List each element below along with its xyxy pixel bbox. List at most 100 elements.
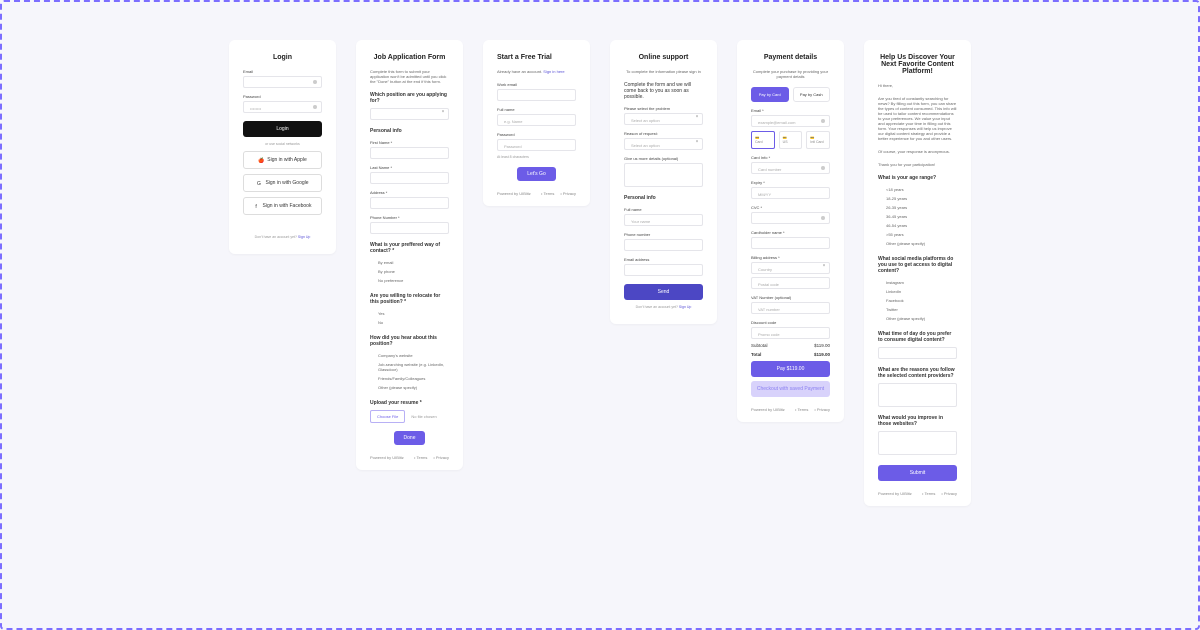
phone-input[interactable] bbox=[370, 222, 449, 234]
relocate-yes[interactable]: Yes bbox=[370, 309, 449, 318]
vat-input[interactable]: VAT number bbox=[751, 302, 830, 314]
facebook-button[interactable]: fSign in with Facebook bbox=[243, 197, 322, 215]
pay-button[interactable]: Pay $119.00 bbox=[751, 361, 830, 377]
billing-label: Billing address * bbox=[751, 255, 830, 260]
done-button[interactable]: Done bbox=[394, 431, 426, 445]
opt-intl[interactable]: 💳Intl Card bbox=[806, 131, 830, 149]
card-job: Job Application Form Complete this form … bbox=[356, 40, 463, 470]
relocate-no[interactable]: No bbox=[370, 318, 449, 327]
reason-select[interactable]: Select an option bbox=[624, 138, 703, 150]
terms-link[interactable]: • Terms bbox=[541, 191, 554, 196]
s-3[interactable]: Facebook bbox=[878, 296, 957, 305]
terms-link[interactable]: • Terms bbox=[795, 407, 808, 412]
email-label: Email * bbox=[751, 108, 830, 113]
signin-link[interactable]: Sign in here bbox=[543, 69, 564, 74]
p2: Of course, your response is anonymous. bbox=[878, 149, 957, 154]
holder-input[interactable] bbox=[751, 237, 830, 249]
email-input[interactable] bbox=[243, 76, 322, 88]
opt-us[interactable]: 💳US bbox=[779, 131, 803, 149]
login-button[interactable]: Login bbox=[243, 121, 322, 137]
subtotal-row: Subtotal$119.00 bbox=[751, 343, 830, 348]
payment-title: Payment details bbox=[751, 54, 830, 61]
privacy-link[interactable]: • Privacy bbox=[941, 491, 957, 496]
saved-button[interactable]: Checkout with saved Payment bbox=[751, 381, 830, 397]
details-label: Give us more details (optional) bbox=[624, 156, 703, 161]
choose-file-button[interactable]: Choose File bbox=[370, 410, 405, 423]
email-input[interactable] bbox=[624, 264, 703, 276]
age-5[interactable]: 46-54 years bbox=[878, 221, 957, 230]
q-time: What time of day do you prefer to consum… bbox=[878, 331, 957, 343]
problem-select[interactable]: Select an option bbox=[624, 113, 703, 125]
phone-label: Phone number bbox=[624, 232, 703, 237]
contact-email[interactable]: By email bbox=[370, 258, 449, 267]
time-input[interactable] bbox=[878, 347, 957, 359]
pass-input[interactable]: Password bbox=[497, 139, 576, 151]
hear-2[interactable]: Job-searching website (e.g. LinkedIn, Gl… bbox=[370, 360, 449, 374]
privacy-link[interactable]: • Privacy bbox=[560, 191, 576, 196]
password-input[interactable]: •••••••• bbox=[243, 101, 322, 113]
full-input[interactable]: Your name bbox=[624, 214, 703, 226]
submit-button[interactable]: Submit bbox=[878, 465, 957, 481]
improve-input[interactable] bbox=[878, 431, 957, 455]
last-input[interactable] bbox=[370, 172, 449, 184]
terms-link[interactable]: • Terms bbox=[922, 491, 935, 496]
expiry-label: Expiry * bbox=[751, 180, 830, 185]
discount-input[interactable]: Promo code bbox=[751, 327, 830, 339]
first-label: First Name * bbox=[370, 140, 449, 145]
age-2[interactable]: 18-25 years bbox=[878, 194, 957, 203]
cvc-input[interactable] bbox=[751, 212, 830, 224]
address-input[interactable] bbox=[370, 197, 449, 209]
first-input[interactable] bbox=[370, 147, 449, 159]
details-input[interactable] bbox=[624, 163, 703, 187]
s-1[interactable]: Instagram bbox=[878, 278, 957, 287]
contact-none[interactable]: No preference bbox=[370, 276, 449, 285]
age-4[interactable]: 36-45 years bbox=[878, 212, 957, 221]
tab-cash[interactable]: Pay by Cash bbox=[793, 87, 831, 102]
email-label: Email bbox=[243, 69, 322, 74]
age-3[interactable]: 26-35 years bbox=[878, 203, 957, 212]
opt-card[interactable]: 💳Card bbox=[751, 131, 775, 149]
signup-link[interactable]: Sign Up bbox=[298, 235, 310, 239]
privacy-link[interactable]: • Privacy bbox=[814, 407, 830, 412]
s-5[interactable]: Other (please specify) bbox=[878, 314, 957, 323]
work-label: Work email bbox=[497, 82, 576, 87]
work-input[interactable] bbox=[497, 89, 576, 101]
tab-card[interactable]: Pay by Card bbox=[751, 87, 789, 102]
trial-sub: Already have an account. Sign in here bbox=[497, 69, 576, 74]
zip-input[interactable]: Postal code bbox=[751, 277, 830, 289]
greet: Hi there, bbox=[878, 83, 957, 88]
age-7[interactable]: Other (please specify) bbox=[878, 239, 957, 248]
job-title: Job Application Form bbox=[370, 54, 449, 61]
hear-4[interactable]: Other (please specify) bbox=[370, 383, 449, 392]
privacy-link[interactable]: • Privacy bbox=[433, 455, 449, 460]
reason-input[interactable] bbox=[878, 383, 957, 407]
personal-head: Personal info bbox=[370, 128, 449, 134]
send-button[interactable]: Send bbox=[624, 284, 703, 300]
hear-1[interactable]: Company's website bbox=[370, 351, 449, 360]
login-title: Login bbox=[243, 54, 322, 61]
contact-phone[interactable]: By phone bbox=[370, 267, 449, 276]
cardinfo-label: Card Info * bbox=[751, 155, 830, 160]
terms-link[interactable]: • Terms bbox=[414, 455, 427, 460]
s-4[interactable]: Twitter bbox=[878, 305, 957, 314]
age-1[interactable]: <18 years bbox=[878, 185, 957, 194]
hear-3[interactable]: Friends/Family/Colleagues bbox=[370, 374, 449, 383]
card-input[interactable]: Card number bbox=[751, 162, 830, 174]
card-login: Login Email Password •••••••• Login or u… bbox=[229, 40, 336, 254]
position-select[interactable] bbox=[370, 108, 449, 120]
apple-button[interactable]: 🍎Sign in with Apple bbox=[243, 151, 322, 169]
go-button[interactable]: Let's Go bbox=[517, 167, 555, 181]
phone-input[interactable] bbox=[624, 239, 703, 251]
total-row: Total$119.00 bbox=[751, 352, 830, 357]
expiry-input[interactable]: MM/YY bbox=[751, 187, 830, 199]
country-select[interactable]: Country bbox=[751, 262, 830, 274]
google-button[interactable]: GSign in with Google bbox=[243, 174, 322, 192]
full-input[interactable]: e.g. Name bbox=[497, 114, 576, 126]
signup-prompt: Don't have an account yet? Sign Up bbox=[243, 235, 322, 239]
age-6[interactable]: >55 years bbox=[878, 230, 957, 239]
google-label: Sign in with Google bbox=[265, 180, 308, 186]
job-sub: Complete this form to submit your applic… bbox=[370, 69, 449, 84]
email-input[interactable]: example@email.com bbox=[751, 115, 830, 127]
signup-link[interactable]: Sign Up bbox=[679, 305, 691, 309]
s-2[interactable]: LinkedIn bbox=[878, 287, 957, 296]
